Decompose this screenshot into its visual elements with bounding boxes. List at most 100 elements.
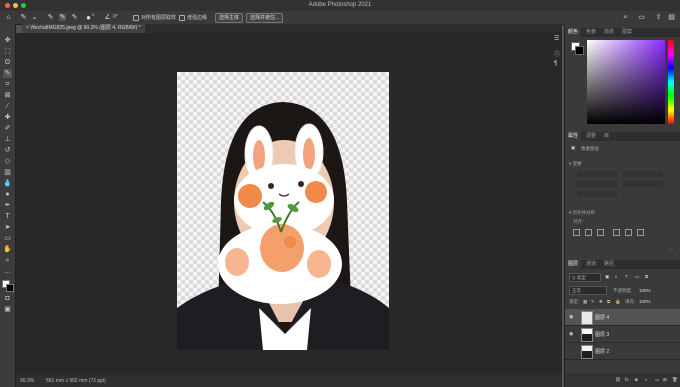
document-tab[interactable]: × WechatIMG825.jpeg @ 90.3% (图层 4, RGB/8… [22,24,145,33]
subtract-selection-icon[interactable]: ✎ [71,14,78,21]
history-panel-icon[interactable]: ☰ [554,35,559,42]
brush-size-value[interactable]: 0 [92,12,94,17]
share-icon[interactable]: ⇪ [655,14,662,21]
type-tool-icon[interactable]: T [3,212,12,221]
dropdown-icon[interactable]: ⌄ [31,14,38,21]
align-center-icon[interactable] [585,229,592,236]
sample-all-layers-checkbox[interactable] [133,15,139,21]
select-subject-button[interactable]: 选择主体 [215,13,244,23]
select-and-mask-button[interactable]: 选择并遮住... [246,13,284,23]
add-mask-icon[interactable]: ◙ [635,377,638,382]
new-selection-icon[interactable]: ✎ [47,14,54,21]
document-info[interactable]: 561 mm x 902 mm (72 ppi) [46,378,106,384]
frame-tool-icon[interactable]: ⊠ [3,91,12,100]
tab-layers[interactable]: 图层 [565,260,582,269]
angle-value[interactable]: 0° [113,14,118,20]
tab-libraries[interactable]: 库 [601,132,612,141]
layer-row-3[interactable]: ◉ 图层 3 [565,326,680,343]
filter-smart-icon[interactable]: ⧉ [645,274,648,279]
layer-filter-dropdown[interactable]: Q 类型 [569,273,601,282]
hue-slider[interactable] [668,40,674,124]
quick-select-tool-icon[interactable]: ✎ [3,69,12,78]
tab-adjustments[interactable]: 调整 [583,132,599,141]
search-icon[interactable]: ⌕ [622,14,629,21]
width-field[interactable] [577,171,617,177]
crop-tool-icon[interactable]: ⌗ [3,80,12,89]
quick-select-tool-icon[interactable]: ✎ [20,14,27,21]
delete-layer-icon[interactable]: 🗑 [672,377,678,383]
tab-patterns[interactable]: 图案 [619,28,635,37]
add-to-selection-icon[interactable]: ✎ [59,14,66,21]
adjustment-layer-icon[interactable]: ◐ [645,377,648,382]
lock-position-icon[interactable]: ✥ [599,299,603,305]
lock-pixels-icon[interactable]: ✎ [591,299,595,305]
transform-header[interactable]: ▾ 变换 [569,161,582,167]
layer-row-2[interactable]: ◉ 图层 2 [565,343,680,360]
blur-tool-icon[interactable]: 💧 [3,179,12,188]
paragraph-panel-icon[interactable]: ¶ [554,61,557,67]
home-icon[interactable]: ⌂ [5,14,12,21]
fill-value[interactable]: 100% [639,299,651,304]
healing-brush-icon[interactable]: ✚ [3,113,12,122]
tab-paths[interactable]: 路径 [601,260,617,269]
layer-row-4[interactable]: ◉ 图层 4 [565,309,680,326]
align-top-icon[interactable] [613,229,620,236]
align-right-icon[interactable] [597,229,604,236]
visibility-eye-icon[interactable]: ◉ [569,331,573,337]
background-swatch[interactable] [575,46,584,55]
lasso-tool-icon[interactable]: ʘ [3,58,12,67]
lock-transparent-icon[interactable]: ▦ [583,299,587,305]
tab-properties[interactable]: 属性 [565,132,582,141]
gradient-tool-icon[interactable]: ▥ [3,168,12,177]
opacity-value[interactable]: 100% [639,288,651,293]
filter-adjust-icon[interactable]: ◐ [615,274,618,279]
zoom-tool-icon[interactable]: ⌕ [3,256,12,265]
eraser-tool-icon[interactable]: ◇ [3,157,12,166]
height-field[interactable] [623,171,663,177]
layer-name[interactable]: 图层 4 [595,314,609,321]
workspace-icon[interactable]: ▭ [638,14,645,21]
brush-tool-icon[interactable]: ✐ [3,124,12,133]
tab-color[interactable]: 颜色 [565,28,582,37]
color-picker-field[interactable] [587,40,665,124]
angle-field[interactable] [577,191,617,197]
screen-mode-icon[interactable]: ▣ [3,305,12,314]
tab-channels[interactable]: 通道 [583,260,599,269]
enhance-edge-checkbox[interactable] [179,15,185,21]
align-header[interactable]: ▾ 对齐并分布 [569,210,595,216]
visibility-eye-icon[interactable]: ◉ [569,348,573,354]
dodge-tool-icon[interactable]: ● [3,190,12,199]
path-select-icon[interactable]: ➤ [3,223,12,232]
align-bottom-icon[interactable] [637,229,644,236]
panel-layout-icon[interactable]: ▤ [668,14,675,21]
layer-name[interactable]: 图层 2 [595,348,609,355]
stamp-tool-icon[interactable]: ⊥ [3,135,12,144]
tab-swatches[interactable]: 色板 [583,28,599,37]
x-field[interactable] [577,181,617,187]
quick-mask-icon[interactable]: ◘ [3,294,12,303]
new-group-icon[interactable]: ▭ [655,377,659,383]
pen-tool-icon[interactable]: ✒ [3,201,12,210]
shape-tool-icon[interactable]: ▭ [3,234,12,243]
background-color-swatch[interactable] [6,284,14,292]
marquee-tool-icon[interactable]: ⬚ [3,47,12,56]
align-left-icon[interactable] [573,229,580,236]
align-middle-icon[interactable] [625,229,632,236]
document-canvas[interactable] [177,72,389,350]
brush-size-icon[interactable]: ● [85,14,92,22]
more-options-icon[interactable]: … [669,246,674,251]
lock-artboard-icon[interactable]: ⧉ [607,299,610,304]
y-field[interactable] [623,181,663,187]
link-layers-icon[interactable]: ⛓ [615,377,621,383]
info-panel-icon[interactable]: ⓘ [554,49,560,58]
filter-pixel-icon[interactable]: ▣ [605,274,609,280]
new-layer-icon[interactable]: ⊞ [663,377,667,383]
layer-name[interactable]: 图层 3 [595,331,609,338]
zoom-level[interactable]: 90.3% [20,378,34,384]
blend-mode-dropdown[interactable]: 正常 [569,286,607,295]
visibility-eye-icon[interactable]: ◉ [569,314,573,320]
eyedropper-tool-icon[interactable]: ⁄ [3,102,12,111]
more-tools-icon[interactable]: … [3,267,12,276]
filter-shape-icon[interactable]: ▭ [635,274,639,280]
move-tool-icon[interactable]: ✥ [3,36,12,45]
